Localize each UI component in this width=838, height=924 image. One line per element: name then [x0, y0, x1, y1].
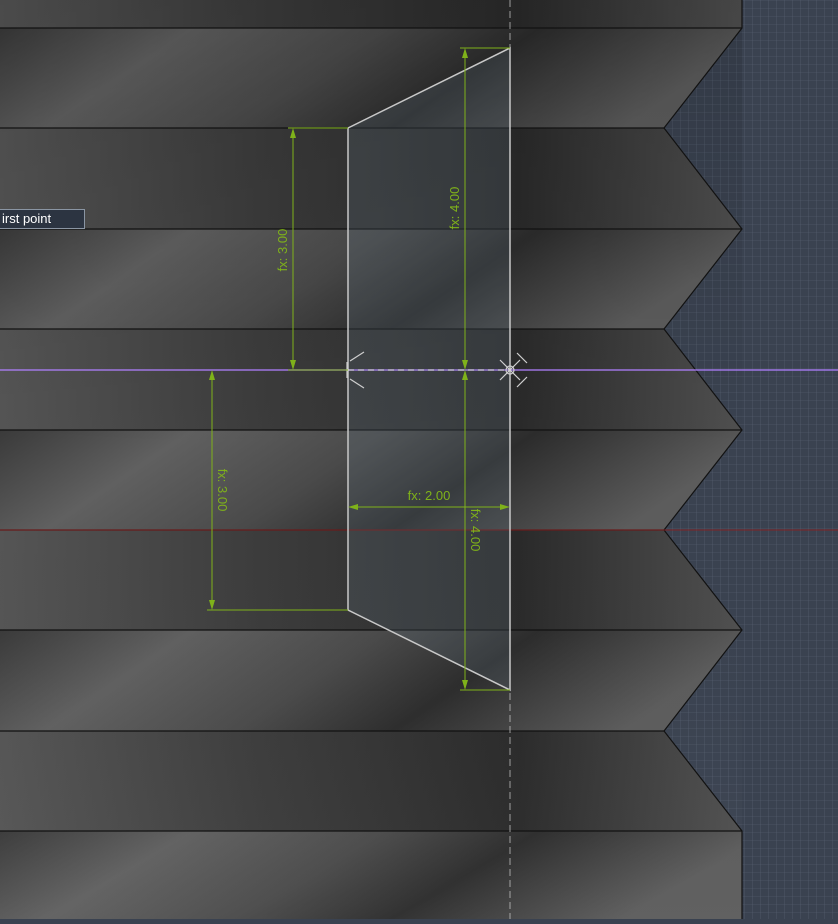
dimension-label-bottom-left: fx: 3.00 — [215, 469, 230, 512]
dimension-label-width: fx: 2.00 — [408, 488, 451, 503]
cad-viewport[interactable]: fx: 3.00 fx: 4.00 fx: 3.00 fx: 2.00 fx: … — [0, 0, 838, 919]
dimension-label-right-lower: fx: 4.00 — [468, 509, 483, 552]
sketch-shape[interactable] — [347, 46, 511, 692]
dimension-label-top-left: fx: 3.00 — [275, 229, 290, 272]
command-prompt-tooltip: irst point — [0, 209, 85, 229]
dimension-label-right-upper: fx: 4.00 — [447, 187, 462, 230]
